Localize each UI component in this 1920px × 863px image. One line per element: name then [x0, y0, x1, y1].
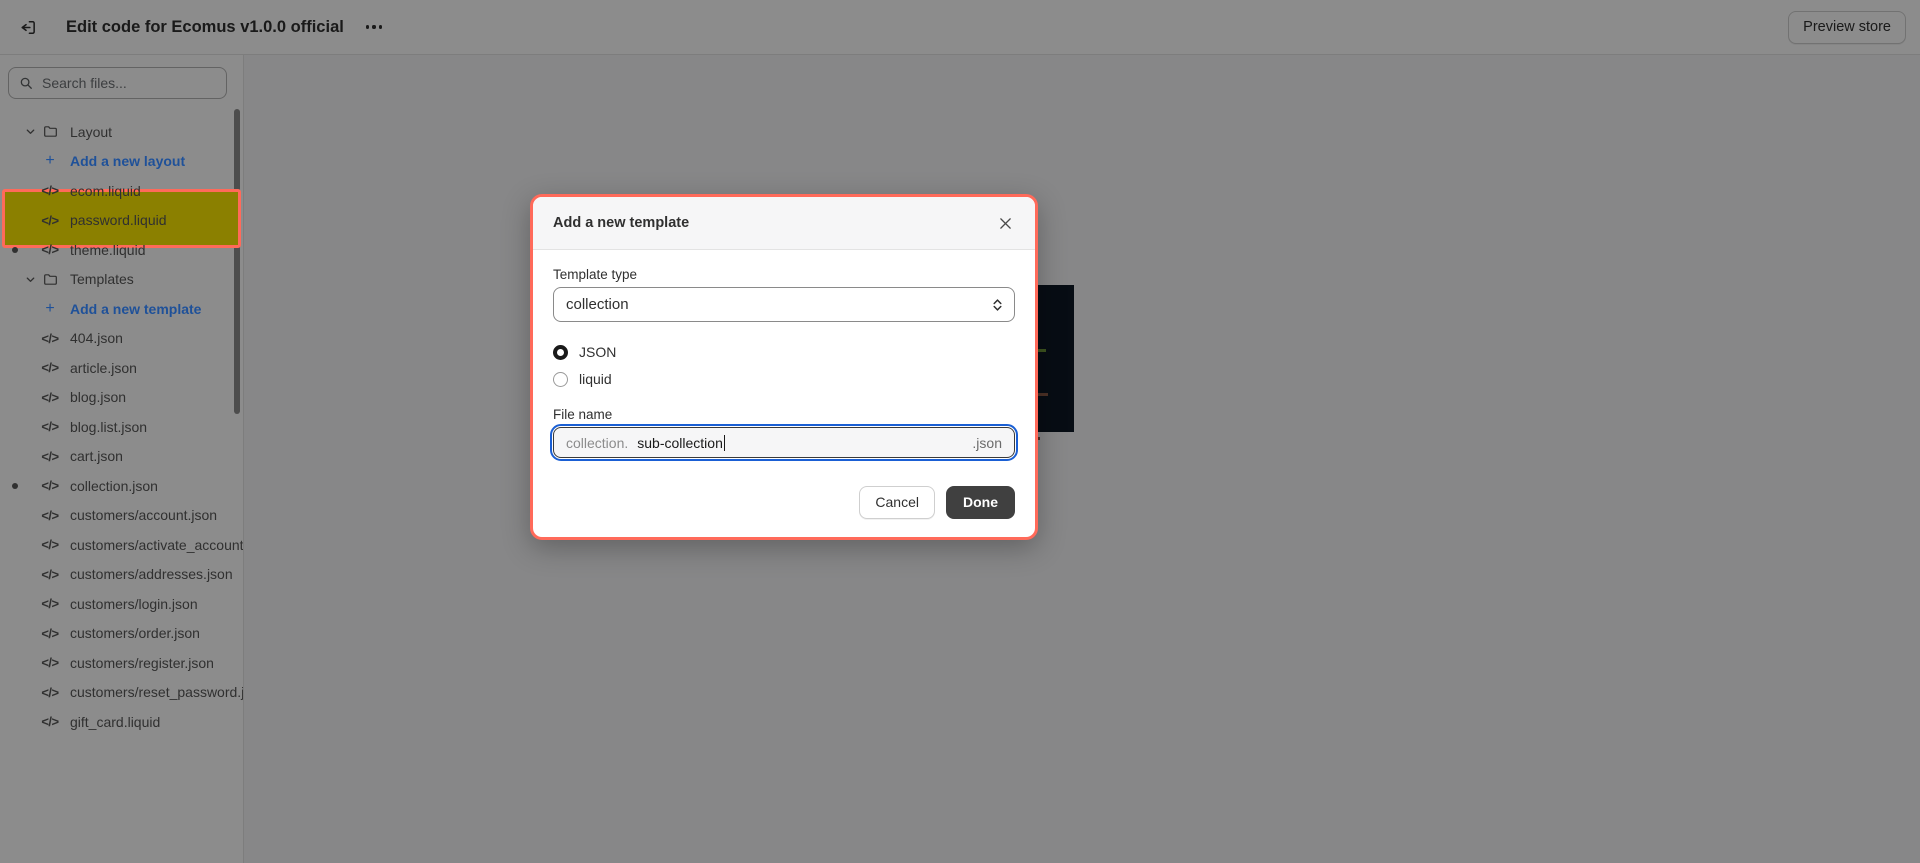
tree-row-label: customers/login.json: [70, 595, 198, 612]
close-icon[interactable]: [991, 209, 1019, 237]
tree-file-row[interactable]: </> customers/order.json: [0, 619, 243, 649]
tree-folder-row[interactable]: Templates: [0, 265, 243, 295]
radio-liquid-indicator: [553, 371, 568, 387]
template-type-select[interactable]: collection: [553, 287, 1015, 322]
file-name-suffix: .json: [972, 434, 1002, 451]
tree-file-row[interactable]: </> customers/reset_password.json: [0, 678, 243, 708]
tree-file-row[interactable]: </> collection.json: [0, 471, 243, 501]
code-icon: </>: [41, 389, 59, 405]
radio-liquid[interactable]: liquid: [553, 367, 1015, 391]
text-caret: [723, 434, 725, 451]
tree-file-row[interactable]: </> gift_card.liquid: [0, 707, 243, 737]
code-icon: </>: [41, 212, 59, 228]
tree-row-label: customers/activate_account.json: [70, 536, 244, 553]
tree-file-row[interactable]: </> 404.json: [0, 324, 243, 354]
tree-file-row[interactable]: </> cart.json: [0, 442, 243, 472]
tree-row-label: theme.liquid: [70, 241, 146, 258]
tree-row-label: customers/reset_password.json: [70, 684, 244, 701]
tree-row-label: 404.json: [70, 330, 123, 347]
code-icon: </>: [41, 330, 59, 346]
tree-row-label: article.json: [70, 359, 137, 376]
done-button[interactable]: Done: [946, 486, 1015, 519]
file-name-label: File name: [553, 407, 613, 422]
code-icon: </>: [41, 625, 59, 641]
code-icon: </>: [41, 507, 59, 523]
code-icon: </>: [41, 478, 59, 494]
tree-file-row[interactable]: </> blog.list.json: [0, 412, 243, 442]
folder-icon: [38, 272, 62, 287]
tree-row-label: Layout: [70, 123, 113, 140]
tree-row-label: customers/order.json: [70, 625, 200, 642]
modified-dot: [12, 482, 18, 489]
code-icon: </>: [41, 360, 59, 376]
tree-file-row[interactable]: </> customers/account.json: [0, 501, 243, 531]
code-icon: </>: [41, 242, 59, 258]
folder-icon: [38, 124, 62, 139]
tree-file-row[interactable]: </> password.liquid: [0, 206, 243, 236]
tree-row-label: blog.json: [70, 389, 127, 406]
tree-file-row[interactable]: </> ecom.liquid: [0, 176, 243, 206]
file-name-field[interactable]: collection. sub-collection .json: [550, 424, 1018, 461]
tree-row-label: Add a new layout: [70, 153, 186, 170]
radio-json[interactable]: JSON: [553, 340, 1015, 364]
tree-row-label: customers/addresses.json: [70, 566, 233, 583]
code-icon: </>: [41, 684, 59, 700]
tree-folder-row[interactable]: Layout: [0, 117, 243, 147]
dialog-body: Template type collection JSON liquid Fil…: [533, 250, 1035, 461]
tree-file-row[interactable]: </> customers/addresses.json: [0, 560, 243, 590]
tree-file-row[interactable]: </> customers/register.json: [0, 648, 243, 678]
tree-file-row[interactable]: </> blog.json: [0, 383, 243, 413]
code-icon: </>: [41, 714, 59, 730]
code-icon: </>: [41, 448, 59, 464]
tree-add-new-row[interactable]: + Add a new template: [0, 294, 243, 324]
tree-row-label: collection.json: [70, 477, 158, 494]
tree-row-label: password.liquid: [70, 212, 167, 229]
code-icon: </>: [41, 183, 59, 199]
code-icon: </>: [41, 537, 59, 553]
chevron-up-down-icon: [992, 297, 1003, 312]
add-template-dialog: Add a new template Template type collect…: [530, 194, 1038, 540]
tree-row-label: cart.json: [70, 448, 123, 465]
tree-file-row[interactable]: </> article.json: [0, 353, 243, 383]
file-name-prefix: collection.: [566, 434, 629, 451]
modified-dot-slot: [8, 246, 22, 253]
dialog-header: Add a new template: [533, 197, 1035, 250]
code-icon: </>: [41, 655, 59, 671]
file-name-value: sub-collection: [637, 434, 723, 451]
tree-row-label: ecom.liquid: [70, 182, 141, 199]
radio-json-label: JSON: [579, 344, 617, 360]
template-type-value: collection: [566, 296, 629, 313]
tree-file-row[interactable]: </> theme.liquid: [0, 235, 243, 265]
format-radio-group: JSON liquid: [553, 340, 1015, 391]
code-icon: </>: [41, 596, 59, 612]
code-icon: </>: [41, 566, 59, 582]
tree-row-label: customers/account.json: [70, 507, 218, 524]
cancel-button[interactable]: Cancel: [859, 486, 935, 519]
tree-file-row[interactable]: </> customers/activate_account.json: [0, 530, 243, 560]
radio-json-indicator: [553, 344, 568, 360]
code-icon: </>: [41, 419, 59, 435]
dialog-footer: Cancel Done: [533, 458, 1035, 537]
plus-icon: +: [45, 299, 55, 317]
tree-row-label: Add a new template: [70, 300, 202, 317]
template-type-label: Template type: [553, 267, 638, 282]
dialog-title: Add a new template: [553, 215, 690, 231]
radio-liquid-label: liquid: [579, 371, 612, 387]
tree-row-label: gift_card.liquid: [70, 713, 161, 730]
modified-dot: [12, 246, 18, 253]
chevron-down-icon[interactable]: [22, 126, 38, 137]
modified-dot-slot: [8, 482, 22, 489]
plus-icon: +: [45, 152, 55, 170]
chevron-down-icon[interactable]: [22, 274, 38, 285]
tree-row-label: blog.list.json: [70, 418, 148, 435]
tree-row-label: Templates: [70, 271, 134, 288]
tree-add-new-row[interactable]: + Add a new layout: [0, 147, 243, 177]
tree-row-label: customers/register.json: [70, 654, 214, 671]
tree-file-row[interactable]: </> customers/login.json: [0, 589, 243, 619]
file-tree-rows: Layout + Add a new layout </> ecom.liquid </>…: [0, 117, 243, 737]
file-tree: Layout + Add a new layout </> ecom.liquid </>…: [0, 107, 243, 737]
